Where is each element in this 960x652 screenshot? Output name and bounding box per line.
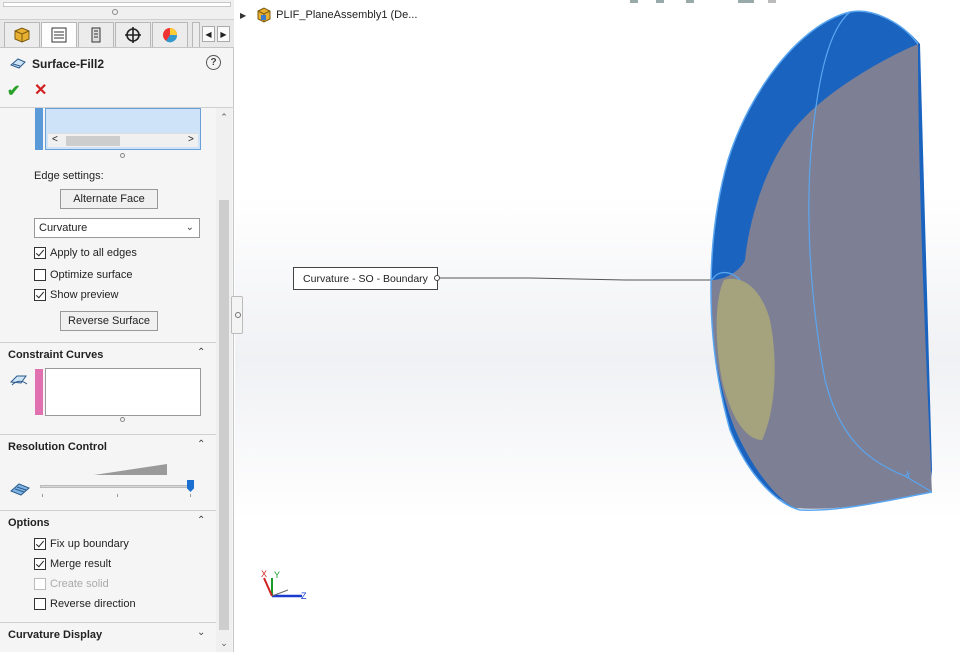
curvature-display-section-header[interactable]: Curvature Display ⌄ bbox=[0, 622, 216, 646]
tab-configuration-manager[interactable] bbox=[78, 22, 114, 47]
reverse-surface-button[interactable]: Reverse Surface bbox=[60, 311, 158, 331]
options-section-header[interactable]: Options ⌃ bbox=[0, 510, 216, 534]
gray-fill-surface[interactable] bbox=[711, 44, 932, 509]
cancel-button[interactable]: ✕ bbox=[34, 80, 47, 100]
flyout-tree-item[interactable]: ▶ PLIF_PlaneAssembly1 (De... bbox=[240, 7, 417, 23]
triad-y-label: Y bbox=[274, 570, 280, 580]
list-horizontal-scrollbar[interactable]: < > bbox=[48, 133, 198, 147]
panel-vertical-scrollbar[interactable]: ⌃ ⌄ bbox=[216, 108, 232, 652]
triad-x-label: X bbox=[261, 569, 267, 579]
help-button[interactable]: ? bbox=[206, 55, 221, 70]
patch-boundary-flag bbox=[35, 108, 43, 150]
scroll-down-arrow-icon[interactable]: ⌄ bbox=[218, 638, 230, 648]
tab-feature-manager[interactable] bbox=[4, 22, 40, 47]
list-resize-grip-icon[interactable] bbox=[120, 417, 125, 422]
tab-overflow-partial[interactable] bbox=[192, 22, 200, 47]
dimxpert-manager-icon bbox=[125, 27, 141, 43]
edge-condition-dropdown[interactable]: Curvature ⌄ bbox=[34, 218, 200, 238]
optimize-surface-checkbox[interactable]: Optimize surface bbox=[34, 267, 133, 282]
tab-dimxpert-manager[interactable] bbox=[115, 22, 151, 47]
checkbox-box[interactable] bbox=[34, 597, 46, 610]
resolution-slider-track[interactable] bbox=[40, 485, 192, 488]
display-manager-icon bbox=[163, 28, 178, 43]
section-title: Curvature Display bbox=[8, 629, 103, 641]
configuration-manager-icon bbox=[91, 27, 101, 43]
property-manager-scroll-area: < > Edge settings: Alternate Face Curvat… bbox=[0, 108, 216, 652]
panel-scroll-thumb[interactable] bbox=[219, 200, 229, 630]
show-preview-checkbox[interactable]: Show preview bbox=[34, 287, 118, 302]
tab-display-manager[interactable] bbox=[152, 22, 188, 47]
chevron-down-icon: ⌄ bbox=[185, 222, 194, 233]
surface-fill-model[interactable] bbox=[700, 0, 960, 520]
checkbox-box[interactable] bbox=[34, 268, 46, 281]
panel-top-bar bbox=[0, 0, 234, 20]
scroll-right-arrow-icon[interactable]: > bbox=[188, 134, 194, 145]
resolution-control-section-header[interactable]: Resolution Control ⌃ bbox=[0, 434, 216, 458]
scroll-up-arrow-icon[interactable]: ⌃ bbox=[218, 112, 230, 122]
checkbox-label: Create solid bbox=[50, 577, 109, 590]
scroll-left-arrow-icon[interactable]: < bbox=[52, 134, 58, 145]
patch-boundary-list[interactable]: < > bbox=[45, 108, 201, 150]
property-manager-icon bbox=[51, 27, 67, 43]
surface-fill-icon bbox=[10, 58, 26, 69]
feature-manager-icon bbox=[14, 27, 30, 43]
checkbox-box[interactable] bbox=[34, 246, 46, 259]
panel-filter-strip[interactable] bbox=[3, 2, 231, 7]
checkbox-label: Reverse direction bbox=[50, 597, 136, 610]
chevron-up-icon[interactable]: ⌃ bbox=[197, 347, 205, 358]
ok-button[interactable]: ✔ bbox=[7, 81, 20, 101]
constraint-curves-flag bbox=[35, 369, 43, 415]
create-solid-checkbox: Create solid bbox=[34, 576, 109, 591]
constraint-curves-list[interactable] bbox=[45, 368, 201, 416]
callout-leader-line bbox=[440, 277, 715, 281]
tab-property-manager[interactable] bbox=[41, 22, 77, 47]
slider-tick bbox=[42, 494, 43, 497]
alternate-face-button[interactable]: Alternate Face bbox=[60, 189, 158, 209]
panel-splitter-grip-icon[interactable] bbox=[112, 9, 118, 15]
apply-all-edges-checkbox[interactable]: Apply to all edges bbox=[34, 245, 137, 260]
checkbox-box[interactable] bbox=[34, 288, 46, 301]
chevron-up-icon[interactable]: ⌃ bbox=[197, 439, 205, 450]
merge-result-checkbox[interactable]: Merge result bbox=[34, 556, 111, 571]
chevron-down-icon[interactable]: ⌄ bbox=[197, 627, 205, 638]
reference-triad-icon: X Y Z bbox=[261, 569, 307, 601]
manager-tab-bar: ◀ ▶ bbox=[0, 20, 234, 48]
checkbox-label: Optimize surface bbox=[50, 268, 133, 281]
list-resize-grip-icon[interactable] bbox=[120, 153, 125, 158]
resolution-slider-thumb[interactable] bbox=[187, 480, 194, 492]
section-title: Options bbox=[8, 517, 50, 529]
property-manager-panel: ◀ ▶ Surface-Fill2 ? ✔ ✕ < > Edge setting… bbox=[0, 0, 234, 652]
assembly-icon bbox=[257, 7, 271, 23]
constraint-curve-icon bbox=[9, 375, 28, 386]
assembly-name: PLIF_PlaneAssembly1 (De... bbox=[276, 9, 418, 21]
reverse-direction-checkbox[interactable]: Reverse direction bbox=[34, 596, 136, 611]
section-title: Resolution Control bbox=[8, 441, 107, 453]
checkbox-box[interactable] bbox=[34, 537, 46, 550]
edge-settings-label: Edge settings: bbox=[34, 170, 104, 182]
slider-tick bbox=[117, 494, 118, 497]
list-scroll-thumb[interactable] bbox=[66, 136, 120, 146]
triad-z-label: Z bbox=[301, 591, 307, 601]
checkbox-box bbox=[34, 577, 46, 590]
resolution-wedge-icon bbox=[94, 464, 167, 475]
constraint-curves-section-header[interactable]: Constraint Curves ⌃ bbox=[0, 342, 216, 366]
panel-collapse-handle[interactable] bbox=[231, 296, 243, 334]
tab-scroll-left-icon[interactable]: ◀ bbox=[202, 26, 215, 42]
expand-arrow-icon[interactable]: ▶ bbox=[240, 11, 246, 20]
checkbox-label: Merge result bbox=[50, 557, 112, 570]
section-title: Constraint Curves bbox=[8, 349, 104, 361]
checkbox-box[interactable] bbox=[34, 557, 46, 570]
resolution-icon bbox=[10, 483, 30, 496]
fix-up-boundary-checkbox[interactable]: Fix up boundary bbox=[34, 536, 129, 551]
property-manager-header: Surface-Fill2 ? ✔ ✕ bbox=[0, 50, 234, 108]
checkbox-label: Apply to all edges bbox=[50, 246, 137, 259]
chevron-up-icon[interactable]: ⌃ bbox=[197, 515, 205, 526]
tab-scroll-right-icon[interactable]: ▶ bbox=[217, 26, 230, 42]
checkbox-label: Fix up boundary bbox=[50, 537, 129, 550]
curvature-callout[interactable]: Curvature - SO - Boundary bbox=[293, 267, 438, 290]
slider-tick bbox=[190, 494, 191, 497]
checkbox-label: Show preview bbox=[50, 288, 119, 301]
edge-condition-value: Curvature bbox=[39, 222, 88, 234]
feature-title: Surface-Fill2 bbox=[32, 57, 105, 71]
